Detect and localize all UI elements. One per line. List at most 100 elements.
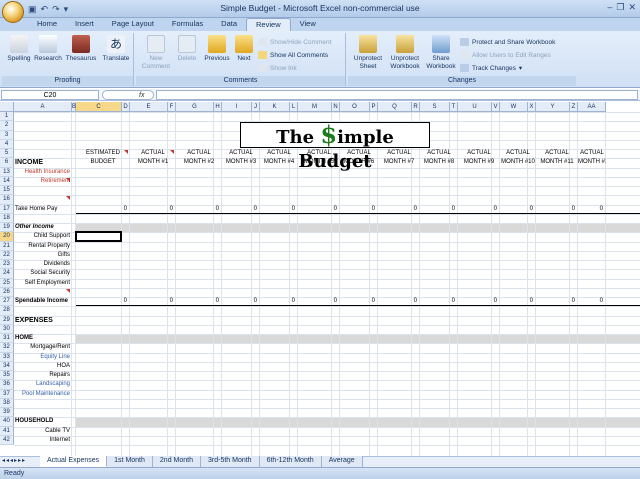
column-header[interactable]: K <box>260 102 290 112</box>
header-actual[interactable]: ACTUAL <box>340 149 378 158</box>
row-label-gifts[interactable]: Gifts <box>14 251 70 260</box>
row-header[interactable]: 27 <box>0 297 14 307</box>
header-month[interactable]: MONTH #6 <box>340 158 378 167</box>
column-header[interactable]: O <box>340 102 370 112</box>
row-label-expenses[interactable]: EXPENSES <box>14 316 70 325</box>
row-header[interactable]: 1 <box>0 112 14 122</box>
column-header[interactable]: X <box>528 102 536 112</box>
header-actual[interactable]: ACTUAL <box>578 149 606 158</box>
header-actual[interactable]: ESTIMATED <box>76 149 130 158</box>
header-month[interactable]: MONTH #11 <box>536 158 578 167</box>
header-actual[interactable]: ACTUAL <box>176 149 222 158</box>
row-header[interactable]: 39 <box>0 408 14 418</box>
row-header[interactable]: 32 <box>0 343 14 353</box>
protect-share-workbook-button[interactable]: Protect and Share Workbook <box>460 37 555 47</box>
row-header[interactable]: 33 <box>0 352 14 362</box>
row-header[interactable]: 19 <box>0 223 14 233</box>
sheet-navigation[interactable]: ◂◂◂▸▸▸ <box>0 456 40 467</box>
column-header[interactable]: N <box>332 102 340 112</box>
row-header[interactable]: 20 <box>0 232 14 242</box>
row-label-landscaping[interactable]: Landscaping <box>14 380 70 389</box>
column-header[interactable]: J <box>252 102 260 112</box>
row-header[interactable]: 15 <box>0 186 14 196</box>
header-actual[interactable]: ACTUAL <box>222 149 260 158</box>
select-all-corner[interactable] <box>0 102 14 112</box>
minimize-icon[interactable]: – <box>607 2 612 13</box>
column-header[interactable]: S <box>420 102 450 112</box>
row-header[interactable]: 31 <box>0 334 14 344</box>
row-header[interactable]: 17 <box>0 204 14 214</box>
maximize-icon[interactable]: ❐ <box>616 2 624 13</box>
row-label-child-support[interactable]: Child Support <box>14 232 70 241</box>
row-header[interactable]: 38 <box>0 398 14 408</box>
header-actual[interactable]: ACTUAL <box>298 149 340 158</box>
column-header[interactable]: E <box>130 102 168 112</box>
row-header[interactable]: 35 <box>0 371 14 381</box>
row-header[interactable]: 42 <box>0 435 14 445</box>
tab-view[interactable]: View <box>291 18 325 31</box>
column-header[interactable]: D <box>122 102 130 112</box>
row-header[interactable]: 41 <box>0 426 14 436</box>
row-label-social-security[interactable]: Social Security <box>14 269 70 278</box>
row-label-other-income[interactable]: Other Income <box>14 223 70 232</box>
row-label-spendable[interactable]: Spendable Income <box>14 297 70 306</box>
row-header[interactable]: 18 <box>0 213 14 223</box>
header-actual[interactable]: ACTUAL <box>378 149 420 158</box>
column-header[interactable]: A <box>14 102 72 112</box>
row-header[interactable]: 37 <box>0 389 14 399</box>
header-month[interactable]: MONTH #10 <box>500 158 536 167</box>
header-actual[interactable]: ACTUAL <box>260 149 298 158</box>
translate-button[interactable]: あ Translate <box>100 35 132 63</box>
thesaurus-button[interactable]: Thesaurus <box>64 35 98 63</box>
research-button[interactable]: Research <box>34 35 62 63</box>
allow-edit-ranges-button[interactable]: Allow Users to Edit Ranges <box>460 50 551 60</box>
row-label-rental[interactable]: Rental Property <box>14 242 70 251</box>
row-label-equity[interactable]: Equity Line <box>14 353 70 362</box>
row-label-pool[interactable]: Pool Maintenance <box>14 390 70 399</box>
row-label-repairs[interactable]: Repairs <box>14 371 70 380</box>
column-header[interactable]: H <box>214 102 222 112</box>
previous-comment-button[interactable]: Previous <box>202 35 232 63</box>
track-changes-button[interactable]: Track Changes ▾ <box>460 63 522 73</box>
unprotect-sheet-button[interactable]: Unprotect Sheet <box>350 35 386 71</box>
row-header[interactable]: 24 <box>0 269 14 279</box>
row-label-health[interactable]: Health Insurance <box>14 168 70 177</box>
row-label-mortgage[interactable]: Mortgage/Rent <box>14 343 70 352</box>
column-header[interactable]: V <box>492 102 500 112</box>
show-all-comments-button[interactable]: Show All Comments <box>258 50 328 60</box>
header-month[interactable]: MONTH #2 <box>176 158 222 167</box>
header-month[interactable]: BUDGET <box>76 158 130 167</box>
column-header[interactable]: P <box>370 102 378 112</box>
row-label-internet[interactable]: Internet <box>14 436 70 445</box>
tab-review[interactable]: Review <box>246 18 291 31</box>
unprotect-workbook-button[interactable]: Unprotect Workbook <box>386 35 424 71</box>
sheet-tab-1st-month[interactable]: 1st Month <box>107 456 153 467</box>
row-header[interactable]: 23 <box>0 260 14 270</box>
header-actual[interactable]: ACTUAL <box>420 149 458 158</box>
header-month[interactable]: MONTH #12 <box>578 158 606 167</box>
tab-data[interactable]: Data <box>212 18 246 31</box>
show-ink-button[interactable]: Show Ink <box>258 63 297 73</box>
next-comment-button[interactable]: Next <box>232 35 256 63</box>
column-header[interactable]: Q <box>378 102 412 112</box>
column-header[interactable]: M <box>298 102 332 112</box>
row-header[interactable]: 22 <box>0 250 14 260</box>
row-header[interactable]: 21 <box>0 241 14 251</box>
row-header[interactable]: 14 <box>0 176 14 186</box>
selected-cell[interactable] <box>75 231 122 242</box>
column-header[interactable]: L <box>290 102 298 112</box>
row-header[interactable]: 34 <box>0 361 14 371</box>
row-label-dividends[interactable]: Dividends <box>14 260 70 269</box>
name-box[interactable]: C20 <box>1 90 99 100</box>
column-header[interactable]: R <box>412 102 420 112</box>
row-label-self-employment[interactable]: Self Employment <box>14 279 70 288</box>
close-icon[interactable]: ✕ <box>628 2 636 13</box>
row-header[interactable]: 25 <box>0 278 14 288</box>
header-month[interactable]: MONTH #9 <box>458 158 500 167</box>
column-header[interactable]: G <box>176 102 214 112</box>
row-header[interactable]: 29 <box>0 315 14 325</box>
column-header[interactable]: Y <box>536 102 570 112</box>
sheet-tab-2nd-month[interactable]: 2nd Month <box>152 456 201 467</box>
sheet-tab-6th-12th-month[interactable]: 6th-12th Month <box>259 456 322 467</box>
insert-function-button[interactable]: fx <box>102 90 154 100</box>
